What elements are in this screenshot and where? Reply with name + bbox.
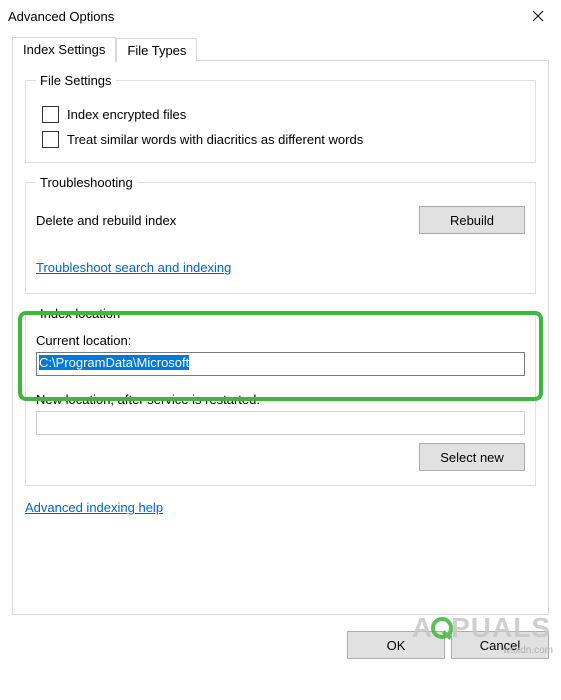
window-title: Advanced Options — [8, 9, 114, 24]
row-select-new: Select new — [36, 443, 525, 471]
label-index-encrypted: Index encrypted files — [67, 107, 186, 122]
cancel-button[interactable]: Cancel — [451, 631, 549, 659]
tab-strip: Index Settings File Types — [12, 37, 549, 61]
troubleshooting-legend: Troubleshooting — [36, 175, 137, 190]
close-icon — [532, 10, 544, 22]
row-advanced-help: Advanced indexing help — [25, 500, 536, 515]
new-location-field[interactable] — [36, 411, 525, 435]
current-location-value: C:\ProgramData\Microsoft — [39, 355, 189, 370]
troubleshoot-link[interactable]: Troubleshoot search and indexing — [36, 260, 231, 275]
group-file-settings: File Settings Index encrypted files Trea… — [25, 73, 536, 163]
group-troubleshooting: Troubleshooting Delete and rebuild index… — [25, 175, 536, 294]
advanced-help-link[interactable]: Advanced indexing help — [25, 500, 163, 515]
tab-panel: File Settings Index encrypted files Trea… — [12, 60, 549, 615]
checkbox-treat-diacritics[interactable] — [42, 131, 59, 148]
label-current-location: Current location: — [36, 333, 525, 348]
close-button[interactable] — [515, 0, 561, 32]
tab-index-settings[interactable]: Index Settings — [12, 37, 116, 62]
select-new-button[interactable]: Select new — [419, 443, 525, 471]
file-settings-legend: File Settings — [36, 73, 116, 88]
group-index-location: Index location Current location: C:\Prog… — [25, 306, 536, 486]
dialog-button-row: OK Cancel — [0, 623, 561, 669]
title-bar: Advanced Options — [0, 0, 561, 32]
rebuild-button[interactable]: Rebuild — [419, 206, 525, 234]
dialog-content: Index Settings File Types File Settings … — [0, 32, 561, 623]
label-delete-rebuild: Delete and rebuild index — [36, 213, 176, 228]
row-treat-diacritics: Treat similar words with diacritics as d… — [42, 131, 525, 148]
tab-file-types[interactable]: File Types — [116, 38, 197, 62]
current-location-field[interactable]: C:\ProgramData\Microsoft — [36, 352, 525, 376]
row-rebuild: Delete and rebuild index Rebuild — [36, 206, 525, 234]
row-troubleshoot-link: Troubleshoot search and indexing — [36, 260, 525, 275]
index-location-legend: Index location — [36, 306, 124, 321]
ok-button[interactable]: OK — [347, 631, 445, 659]
label-treat-diacritics: Treat similar words with diacritics as d… — [67, 132, 363, 147]
checkbox-index-encrypted[interactable] — [42, 106, 59, 123]
row-index-encrypted: Index encrypted files — [42, 106, 525, 123]
label-new-location: New location, after service is restarted… — [36, 392, 525, 407]
